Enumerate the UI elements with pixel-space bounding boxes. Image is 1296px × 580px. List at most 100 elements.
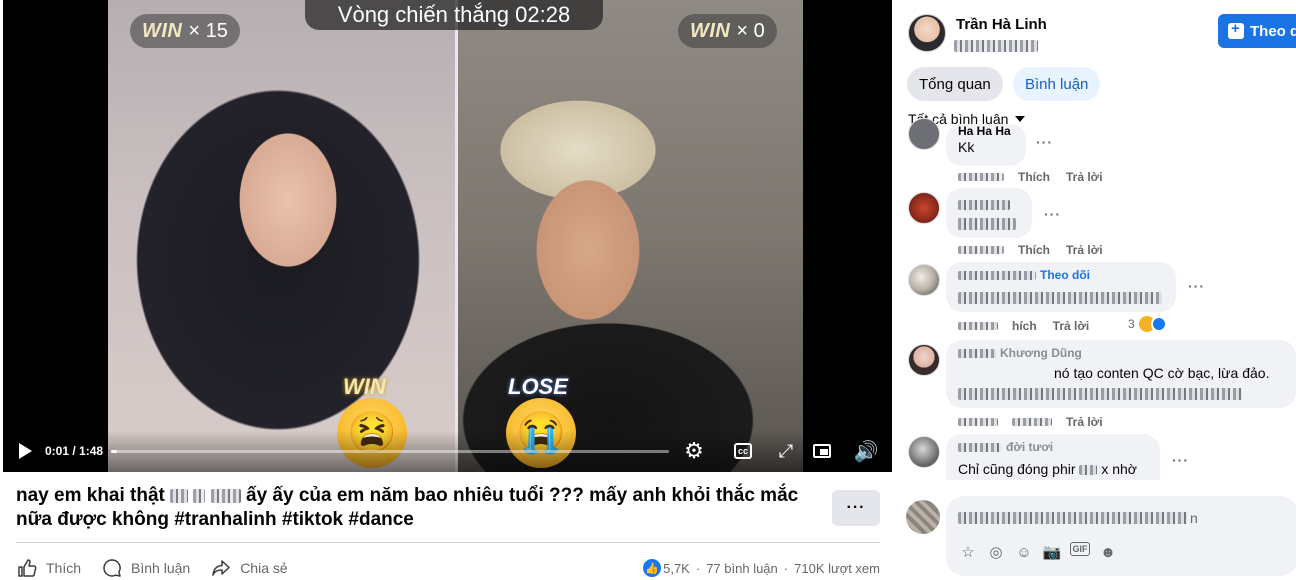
face-mask-icon[interactable]: ◎ bbox=[986, 542, 1006, 562]
composer-placeholder: n bbox=[958, 510, 1198, 526]
comment-more-icon[interactable]: ··· bbox=[1172, 452, 1189, 468]
video-post-panel: WIN × 15 WIN × 0 Vòng chiến thắng 02:28 … bbox=[0, 0, 896, 580]
commenter-avatar[interactable] bbox=[908, 118, 940, 150]
tab-comments[interactable]: Bình luận bbox=[1013, 67, 1101, 101]
comment-text: nó tạo conten QC cờ bạc, lừa đảo. bbox=[1054, 365, 1270, 381]
share-label: Chia sẻ bbox=[240, 560, 288, 576]
blurred-timestamp bbox=[958, 322, 998, 330]
camera-icon[interactable]: 📷 bbox=[1042, 542, 1062, 562]
comment-more-icon[interactable]: ··· bbox=[1188, 278, 1205, 294]
composer-toolbar: ☆ ◎ ☺ 📷 GIF ☻ bbox=[958, 542, 1126, 562]
composer-placeholder-end: n bbox=[1190, 510, 1198, 526]
comment-label: Bình luận bbox=[131, 560, 191, 576]
blurred-link bbox=[1012, 418, 1052, 426]
comment-text-start: Chỉ cũng đóng phir bbox=[958, 461, 1076, 477]
emoji-icon[interactable]: ☺ bbox=[1014, 542, 1034, 562]
comment-more-icon[interactable]: ··· bbox=[1044, 206, 1061, 222]
reaction-count[interactable]: 5,7K bbox=[663, 561, 690, 576]
blurred-comment bbox=[958, 218, 1016, 230]
comment-bubble: Theo dõi bbox=[946, 262, 1176, 312]
tab-overview[interactable]: Tổng quan bbox=[907, 67, 1003, 101]
share-button[interactable]: Chia sẻ bbox=[210, 557, 288, 579]
commenter-avatar[interactable] bbox=[908, 264, 940, 296]
comment-meta: Thích Trả lời bbox=[958, 170, 1119, 184]
blurred-author-meta bbox=[954, 40, 1038, 52]
post-stats: 👍 5,7K · 77 bình luận · 710K lượt xem bbox=[643, 559, 880, 577]
lose-result-label: LOSE bbox=[508, 374, 568, 399]
commenter-avatar[interactable] bbox=[908, 192, 940, 224]
comment-reply-link[interactable]: Trả lời bbox=[1066, 243, 1103, 257]
video-frame-right bbox=[458, 0, 803, 472]
comment-bubble: Ha Ha Ha Kk bbox=[946, 124, 1026, 166]
video-player[interactable]: WIN × 15 WIN × 0 Vòng chiến thắng 02:28 … bbox=[3, 0, 892, 472]
blurred-timestamp bbox=[958, 418, 998, 426]
win-count-badge-right: WIN × 0 bbox=[678, 14, 777, 48]
comment-meta: Trả lời bbox=[958, 415, 1119, 429]
sticker-icon[interactable]: ☻ bbox=[1098, 542, 1118, 562]
follow-icon bbox=[1228, 20, 1244, 39]
picture-in-picture-icon[interactable] bbox=[811, 440, 833, 462]
follow-button[interactable]: Theo d bbox=[1218, 14, 1296, 48]
blurred-text bbox=[170, 488, 189, 503]
fullscreen-icon[interactable]: ⤢ bbox=[775, 440, 797, 462]
progress-bar[interactable] bbox=[111, 450, 669, 453]
comment-button[interactable]: Bình luận bbox=[101, 557, 190, 579]
blurred-name bbox=[958, 442, 1002, 452]
blurred-comment bbox=[958, 292, 1162, 304]
comment-reply-link[interactable]: Trả lời bbox=[1066, 415, 1103, 429]
blurred-text bbox=[210, 488, 241, 503]
blurred-placeholder bbox=[958, 512, 1188, 524]
captions-icon[interactable]: cc bbox=[732, 440, 754, 462]
commenter-name-row: Khương Dũng bbox=[958, 346, 1284, 360]
divider bbox=[16, 542, 880, 543]
comment-reply-link[interactable]: Trả lời bbox=[1053, 319, 1090, 333]
round-timer-banner: Vòng chiến thắng 02:28 bbox=[305, 0, 603, 30]
avatar-sticker-icon[interactable]: ☆ bbox=[958, 542, 978, 562]
comment-like-link[interactable]: hích bbox=[1012, 319, 1037, 333]
commenter-name[interactable]: Ha Ha Ha bbox=[958, 124, 1014, 138]
commenter-avatar[interactable] bbox=[908, 436, 940, 468]
gear-icon[interactable]: ⚙ bbox=[683, 438, 705, 463]
follow-label: Theo d bbox=[1250, 22, 1296, 40]
current-user-avatar bbox=[906, 500, 940, 534]
comment-like-link[interactable]: Thích bbox=[1018, 243, 1050, 257]
video-frame-left bbox=[108, 0, 456, 472]
volume-icon[interactable]: 🔊 bbox=[854, 440, 879, 463]
comment-reply-link[interactable]: Trả lời bbox=[1066, 170, 1103, 184]
reaction-count: 3 bbox=[1128, 317, 1135, 331]
commenter-name[interactable]: Khương Dũng bbox=[1000, 346, 1082, 360]
commenter-name-row: Theo dõi bbox=[958, 268, 1164, 282]
comment-text: Kk bbox=[958, 139, 975, 155]
like-reaction-icon bbox=[1150, 316, 1167, 332]
separator: · bbox=[783, 560, 789, 576]
more-options-button[interactable]: ··· bbox=[832, 490, 880, 526]
commenter-name[interactable]: đời tươi bbox=[1006, 440, 1053, 454]
like-button[interactable]: Thích bbox=[16, 557, 81, 579]
like-label: Thích bbox=[46, 560, 82, 576]
author-name[interactable]: Trần Hà Linh bbox=[956, 16, 1047, 33]
comment-bubble bbox=[946, 188, 1032, 238]
comment-bubble: đời tươi Chỉ cũng đóng phir x nhờ bbox=[946, 434, 1160, 480]
blurred-timestamp bbox=[958, 173, 1004, 181]
comment-more-icon[interactable]: ··· bbox=[1036, 134, 1053, 150]
author-avatar[interactable] bbox=[908, 14, 946, 52]
comment-like-link[interactable]: Thích bbox=[1018, 170, 1050, 184]
comment-composer[interactable]: n ☆ ◎ ☺ 📷 GIF ☻ bbox=[946, 496, 1296, 576]
gif-icon[interactable]: GIF bbox=[1070, 542, 1090, 556]
caret-down-icon bbox=[1015, 116, 1026, 122]
like-reaction-icon: 👍 bbox=[643, 559, 662, 577]
caption-start: nay em khai thật bbox=[16, 485, 165, 506]
win-word: WIN bbox=[142, 19, 183, 42]
blurred-name bbox=[958, 200, 1010, 210]
blurred-text bbox=[193, 488, 206, 503]
comment-count[interactable]: 77 bình luận bbox=[706, 561, 778, 576]
post-caption: nay em khai thật ấy ấy của em năm bao nh… bbox=[16, 484, 816, 532]
win-count: × 0 bbox=[736, 19, 765, 42]
commenter-avatar[interactable] bbox=[908, 344, 940, 376]
thumbs-up-icon bbox=[16, 557, 38, 579]
follow-link[interactable]: Theo dõi bbox=[1040, 268, 1090, 282]
video-controls: 0:01 / 1:48 ⚙ cc ⤢ 🔊 bbox=[3, 430, 892, 472]
comment-reactions[interactable]: 3 bbox=[1128, 316, 1167, 332]
blurred-timestamp bbox=[958, 246, 1004, 254]
play-icon[interactable] bbox=[19, 443, 32, 459]
